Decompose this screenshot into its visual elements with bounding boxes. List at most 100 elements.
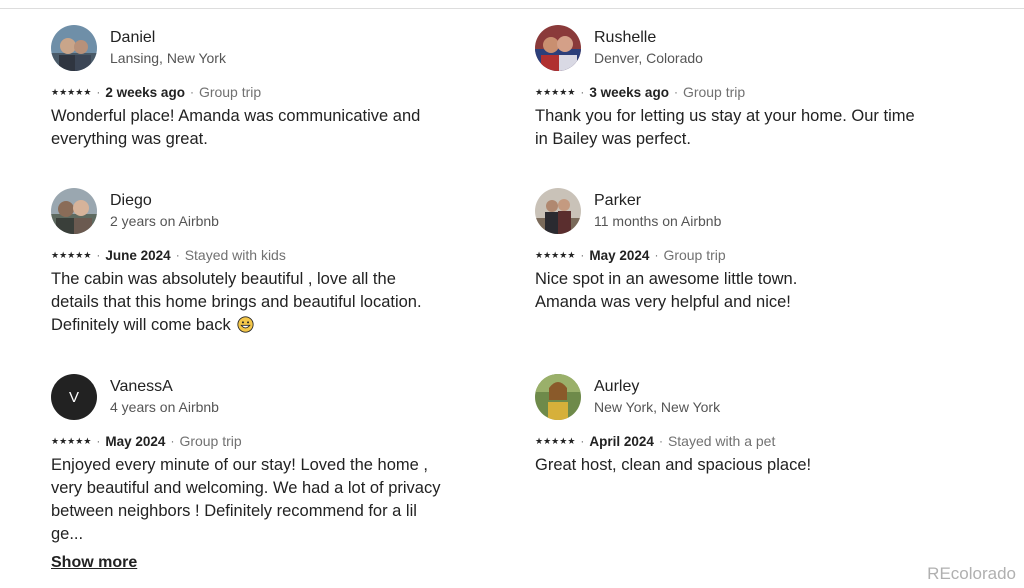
separator-dot: ·: [580, 248, 585, 262]
review-meta: ★ ★ ★ ★ ★ · May 2024 · Group trip: [51, 431, 471, 451]
separator-dot: ·: [580, 434, 585, 448]
separator-dot: ·: [580, 85, 585, 99]
show-more-link[interactable]: Show more: [51, 554, 137, 572]
trip-type: Stayed with a pet: [667, 433, 776, 449]
star-icon: ★: [75, 249, 84, 260]
star-icon: ★: [67, 435, 76, 446]
watermark: REcolorado: [927, 564, 1016, 583]
review-text: Wonderful place! Amanda was communicativ…: [51, 107, 421, 148]
reviewer-name: Parker: [594, 192, 642, 209]
star-icon: ★: [75, 435, 84, 446]
star-icon: ★: [51, 435, 60, 446]
reviewer-header: Daniel Lansing, New York: [51, 25, 471, 73]
avatar[interactable]: [51, 25, 97, 71]
star-icon: ★: [559, 249, 568, 260]
star-icon: ★: [543, 86, 552, 97]
star-icon: ★: [59, 86, 68, 97]
separator-dot: ·: [96, 248, 101, 262]
star-icon: ★: [567, 249, 576, 260]
review-text: Thank you for letting us stay at your ho…: [535, 107, 915, 148]
reviewer-header: Diego 2 years on Airbnb: [51, 188, 471, 236]
rating-stars: ★ ★ ★ ★ ★: [51, 431, 91, 451]
separator-dot: ·: [175, 248, 180, 262]
avatar-initial: V: [68, 388, 79, 406]
reviewer-location: New York, New York: [594, 399, 721, 415]
review-date: April 2024: [589, 433, 654, 449]
reviewer-name: Diego: [110, 192, 152, 209]
separator-dot: ·: [96, 85, 101, 99]
review-card: Rushelle Denver, Colorado ★ ★ ★ ★ ★ · 3 week…: [535, 25, 955, 151]
separator-dot: ·: [96, 434, 101, 448]
reviewer-name: Rushelle: [594, 29, 657, 46]
review-date: 3 weeks ago: [589, 84, 669, 100]
trip-type: Group trip: [682, 84, 746, 100]
review-card: V VanessA 4 years on Airbnb ★ ★ ★ ★ ★ · May …: [51, 374, 471, 572]
rating-stars: ★ ★ ★ ★ ★: [535, 431, 575, 451]
avatar[interactable]: [535, 374, 581, 420]
star-icon: ★: [83, 249, 92, 260]
separator-dot: ·: [673, 85, 678, 99]
review-text: The cabin was absolutely beautiful , lov…: [51, 270, 422, 334]
review-date: May 2024: [105, 433, 166, 449]
star-icon: ★: [551, 86, 560, 97]
reviewer-name: Aurley: [594, 378, 640, 395]
separator-dot: ·: [189, 85, 194, 99]
review-text: Nice spot in an awesome little town. Ama…: [535, 270, 798, 311]
reviewer-location: Lansing, New York: [110, 50, 226, 66]
review-meta: ★ ★ ★ ★ ★ · 2 weeks ago · Group trip: [51, 82, 471, 102]
star-icon: ★: [543, 249, 552, 260]
rating-stars: ★ ★ ★ ★ ★: [535, 82, 575, 102]
separator-dot: ·: [654, 248, 659, 262]
grinning-face-emoji-icon: [237, 316, 254, 333]
review-date: May 2024: [589, 247, 650, 263]
reviewer-header: Parker 11 months on Airbnb: [535, 188, 955, 236]
star-icon: ★: [59, 249, 68, 260]
star-icon: ★: [67, 86, 76, 97]
trip-type: Stayed with kids: [184, 247, 286, 263]
trip-type: Group trip: [663, 247, 726, 263]
avatar[interactable]: [51, 188, 97, 234]
star-icon: ★: [535, 86, 544, 97]
trip-type: Group trip: [179, 433, 242, 449]
star-icon: ★: [83, 435, 92, 446]
rating-stars: ★ ★ ★ ★ ★: [535, 245, 575, 265]
review-card: Aurley New York, New York ★ ★ ★ ★ ★ · April …: [535, 374, 955, 477]
star-icon: ★: [567, 435, 576, 446]
reviewer-location: Denver, Colorado: [594, 50, 703, 66]
separator-dot: ·: [658, 434, 663, 448]
star-icon: ★: [559, 86, 568, 97]
review-card: Parker 11 months on Airbnb ★ ★ ★ ★ ★ · May 2…: [535, 188, 955, 314]
review-meta: ★ ★ ★ ★ ★ · April 2024 · Stayed with a pet: [535, 431, 955, 451]
star-icon: ★: [543, 435, 552, 446]
reviewer-tenure: 11 months on Airbnb: [594, 213, 722, 229]
star-icon: ★: [51, 249, 60, 260]
rating-stars: ★ ★ ★ ★ ★: [51, 245, 91, 265]
star-icon: ★: [535, 249, 544, 260]
star-icon: ★: [67, 249, 76, 260]
reviewer-name: Daniel: [110, 29, 156, 46]
star-icon: ★: [551, 249, 560, 260]
avatar[interactable]: V: [51, 374, 97, 420]
review-meta: ★ ★ ★ ★ ★ · May 2024 · Group trip: [535, 245, 955, 265]
avatar[interactable]: [535, 188, 581, 234]
star-icon: ★: [59, 435, 68, 446]
review-text: Great host, clean and spacious place!: [535, 456, 812, 474]
review-text-block: The cabin was absolutely beautiful , lov…: [51, 268, 446, 337]
trip-type: Group trip: [198, 84, 262, 100]
star-icon: ★: [83, 86, 92, 97]
top-divider: [0, 8, 1024, 9]
review-card: Diego 2 years on Airbnb ★ ★ ★ ★ ★ · June 202…: [51, 188, 471, 337]
avatar[interactable]: [535, 25, 581, 71]
reviewer-name: VanessA: [110, 378, 173, 395]
review-card: Daniel Lansing, New York ★ ★ ★ ★ ★ · 2 weeks…: [51, 25, 471, 151]
reviewer-tenure: 2 years on Airbnb: [110, 213, 219, 229]
review-meta: ★ ★ ★ ★ ★ · June 2024 · Stayed with kids: [51, 245, 471, 265]
star-icon: ★: [567, 86, 576, 97]
star-icon: ★: [51, 86, 60, 97]
review-date: 2 weeks ago: [105, 84, 185, 100]
reviewer-header: Aurley New York, New York: [535, 374, 955, 422]
rating-stars: ★ ★ ★ ★ ★: [51, 82, 91, 102]
review-text: Enjoyed every minute of our stay! Loved …: [51, 456, 441, 543]
star-icon: ★: [559, 435, 568, 446]
reviewer-tenure: 4 years on Airbnb: [110, 399, 219, 415]
